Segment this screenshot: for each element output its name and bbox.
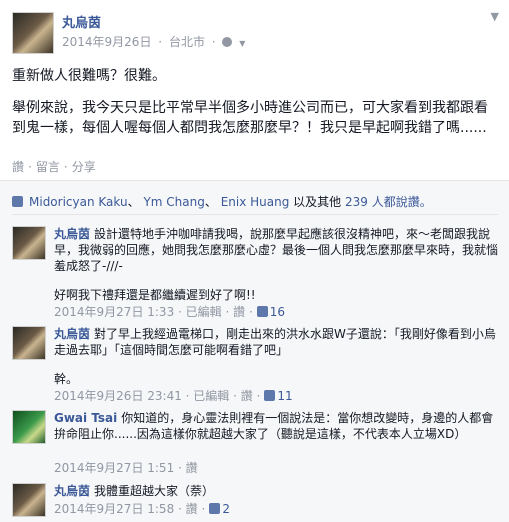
chevron-down-icon[interactable]: ▼ <box>491 10 499 23</box>
comment-extra-text: 好啊我下禮拜還是都繼續遲到好了啊!! <box>54 288 256 302</box>
avatar[interactable] <box>12 326 46 360</box>
comment-extra-text: 幹。 <box>54 372 79 386</box>
like-button[interactable]: 讚 <box>12 160 24 174</box>
edited-label[interactable]: 已編輯 <box>186 305 222 319</box>
comment-likes-count[interactable]: 11 <box>277 389 292 403</box>
caret-down-icon[interactable]: ▼ <box>239 39 245 48</box>
commenter-name[interactable]: 丸烏茵 <box>54 327 90 341</box>
comment-likes-count[interactable]: 16 <box>270 305 285 319</box>
comment: 丸烏茵 我體重超越大家（萘） 2014年9月27日 1:58 · 讚 · 2 <box>12 483 502 519</box>
share-button[interactable]: 分享 <box>72 160 96 174</box>
comment-timestamp[interactable]: 2014年9月27日 1:58 <box>54 502 174 516</box>
comment-meta: 2014年9月27日 1:33 · 已編輯 · 讚 · 16 <box>54 305 286 319</box>
comment: Gwai Tsai 你知道的，身心靈法則裡有一個說法是：當你想改變時，身邊的人都會… <box>12 410 502 478</box>
thumbs-up-icon <box>209 503 221 514</box>
post-body: 重新做人很難嗎？很難。 舉例來說，我今天只是比平常早半個多小時進公司而已，可大家… <box>12 66 498 138</box>
edited-label[interactable]: 已編輯 <box>193 389 229 403</box>
liker-link[interactable]: Ym Chang <box>143 195 204 209</box>
liker-link[interactable]: Midoricyan Kaku <box>29 195 128 209</box>
thumbs-up-icon <box>12 196 23 207</box>
post-meta: 2014年9月26日 · 台北市 · ▼ <box>62 33 248 50</box>
post-action-bar: 讚 · 留言 · 分享 <box>12 158 96 175</box>
comment-text: 丸烏茵 設計還特地手沖咖啡請我喝，說那麼早起應該很沒精神吧，來～老闆跟我說早，我微… <box>54 226 500 303</box>
comment-button[interactable]: 留言 <box>36 160 60 174</box>
comment-timestamp[interactable]: 2014年9月26日 23:41 <box>54 389 182 403</box>
post-author-name[interactable]: 丸烏茵 <box>62 12 101 31</box>
divider <box>12 214 498 215</box>
comment-timestamp[interactable]: 2014年9月27日 1:33 <box>54 305 174 319</box>
post-date[interactable]: 2014年9月26日 <box>62 35 151 49</box>
comment-text: Gwai Tsai 你知道的，身心靈法則裡有一個說法是：當你想改變時，身邊的人都會… <box>54 410 500 442</box>
globe-icon[interactable] <box>222 37 233 47</box>
thumbs-up-icon <box>264 390 276 401</box>
comment-body: 對了早上我經過電梯口，剛走出來的洪水水跟W子還說：「我剛好像看到小烏走過去耶」「… <box>54 327 496 357</box>
comment-body: 你知道的，身心靈法則裡有一個說法是：當你想改變時，身邊的人都會拚命阻止你....… <box>54 411 494 441</box>
avatar[interactable] <box>12 12 54 54</box>
comment-body: 我體重超越大家（萘） <box>94 484 215 498</box>
post-location[interactable]: 台北市 <box>169 35 205 49</box>
comment-like-button[interactable]: 讚 <box>241 389 253 403</box>
comment-body: 設計還特地手沖咖啡請我喝，說那麼早起應該很沒精神吧，來～老闆跟我說早，我微弱的回… <box>54 227 499 273</box>
comment-meta: 2014年9月26日 23:41 · 已編輯 · 讚 · 11 <box>54 389 293 403</box>
comment-meta: 2014年9月27日 1:58 · 讚 · 2 <box>54 502 230 516</box>
others-count-link[interactable]: 239 <box>345 195 368 209</box>
post-text-paragraph: 舉例來說，我今天只是比平常早半個多小時進公司而已，可大家看到我都跟看到鬼一樣，每… <box>12 100 488 136</box>
avatar[interactable] <box>12 410 46 444</box>
liker-link[interactable]: Enix Huang <box>221 195 290 209</box>
comment-like-button[interactable]: 讚 <box>186 502 198 516</box>
commenter-name[interactable]: 丸烏茵 <box>54 484 90 498</box>
meta-separator: · <box>211 35 216 49</box>
likes-suffix-text: 以及其他 <box>289 195 345 209</box>
divider <box>0 180 509 181</box>
thumbs-up-icon <box>256 306 268 317</box>
others-count-link[interactable]: 人都說讚。 <box>368 195 432 209</box>
separator: 、 <box>127 195 140 209</box>
comment-like-button[interactable]: 讚 <box>233 305 245 319</box>
action-separator: · <box>28 160 32 174</box>
post-header: 丸烏茵 2014年9月26日 · 台北市 · ▼ ▼ <box>0 0 509 58</box>
comment-text: 丸烏茵 我體重超越大家（萘） <box>54 483 500 499</box>
post-text-paragraph: 重新做人很難嗎？很難。 <box>12 68 166 84</box>
action-separator: · <box>63 160 68 174</box>
avatar[interactable] <box>12 226 46 260</box>
comment: 丸烏茵 對了早上我經過電梯口，剛走出來的洪水水跟W子還說：「我剛好像看到小烏走過去… <box>12 326 502 406</box>
commenter-name[interactable]: 丸烏茵 <box>54 227 90 241</box>
commenter-name[interactable]: Gwai Tsai <box>54 411 117 425</box>
comment-likes-count[interactable]: 2 <box>222 502 230 516</box>
comment-like-button[interactable]: 讚 <box>186 461 198 475</box>
comment-text: 丸烏茵 對了早上我經過電梯口，剛走出來的洪水水跟W子還說：「我剛好像看到小烏走過去… <box>54 326 500 387</box>
comment-timestamp[interactable]: 2014年9月27日 1:51 <box>54 461 174 475</box>
separator: 、 <box>204 195 217 209</box>
comment: 丸烏茵 設計還特地手沖咖啡請我喝，說那麼早起應該很沒精神吧，來～老闆跟我說早，我微… <box>12 226 502 321</box>
meta-separator: · <box>158 35 163 49</box>
avatar[interactable] <box>12 483 46 517</box>
likes-summary: Midoricyan Kaku、 Ym Chang、 Enix Huang 以及… <box>12 193 432 210</box>
comment-meta: 2014年9月27日 1:51 · 讚 <box>54 461 198 475</box>
